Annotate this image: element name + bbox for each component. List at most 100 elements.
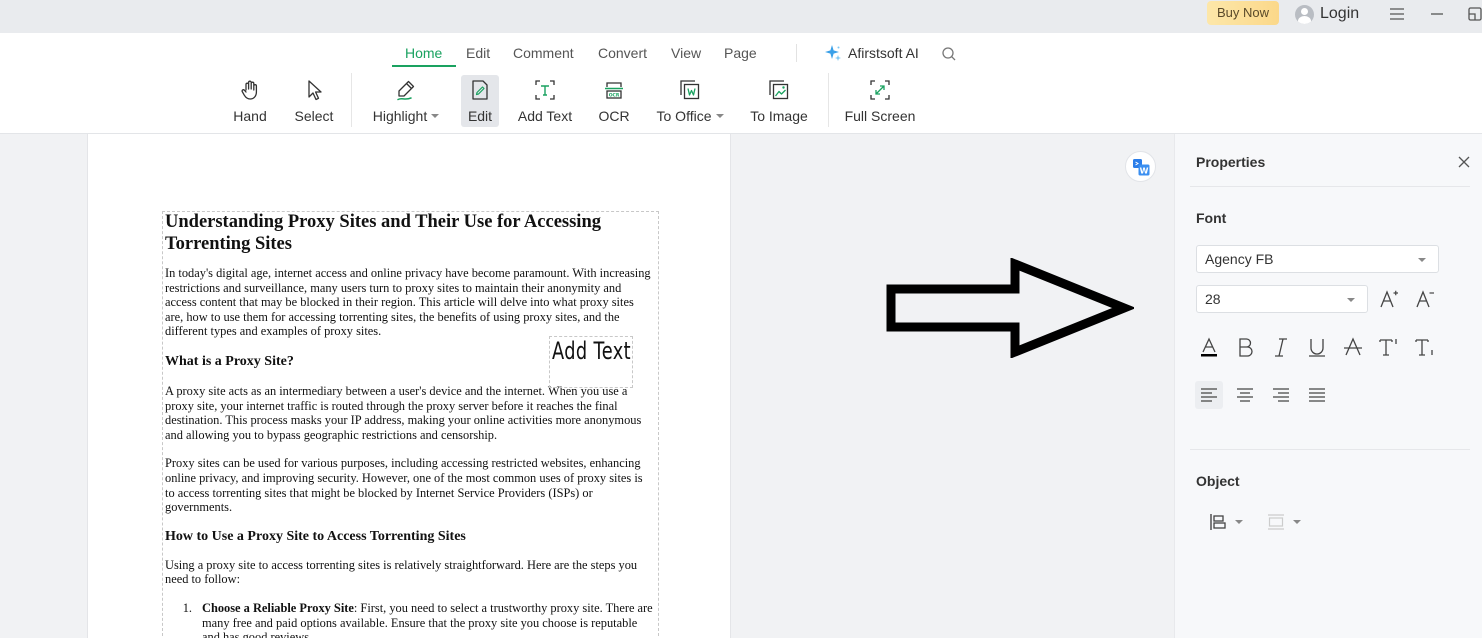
svg-text:W: W (1140, 167, 1149, 176)
font-color-icon (1201, 337, 1217, 357)
properties-panel: Properties Font Agency FB 28 Object (1174, 134, 1482, 638)
panel-divider (1190, 449, 1470, 450)
full-screen-tool-button[interactable]: Full Screen (845, 75, 915, 127)
full-screen-icon (870, 80, 890, 100)
tab-divider (796, 44, 797, 62)
superscript-button[interactable] (1375, 333, 1403, 361)
toolbar-divider (828, 73, 829, 127)
ribbon-toolbar: Home Edit Comment Convert View Page Afir… (0, 33, 1482, 134)
align-center-icon (1237, 388, 1253, 402)
svg-text:OCR: OCR (609, 93, 620, 99)
hand-tool-button[interactable]: Hand (230, 75, 270, 127)
tab-convert[interactable]: Convert (598, 45, 647, 61)
bold-button[interactable] (1231, 333, 1259, 361)
close-icon[interactable] (1457, 155, 1471, 169)
underline-button[interactable] (1303, 333, 1331, 361)
translate-button[interactable]: W (1125, 151, 1156, 182)
bold-icon (1239, 338, 1253, 357)
align-justify-icon (1309, 388, 1325, 402)
menu-icon[interactable] (1387, 4, 1407, 24)
user-avatar-icon (1295, 4, 1314, 24)
to-office-label: To Office (657, 108, 724, 124)
subscript-icon (1415, 339, 1433, 356)
font-size-value: 28 (1205, 291, 1221, 307)
to-office-dropdown-caret[interactable] (715, 114, 724, 118)
ocr-tool-button[interactable]: OCR OCR (597, 75, 631, 127)
distribute-objects-icon (1268, 514, 1284, 530)
search-icon[interactable] (941, 46, 957, 62)
highlight-tool-button[interactable]: Highlight (369, 75, 443, 127)
hand-icon (241, 80, 258, 100)
list-item[interactable]: 1. Choose a Reliable Proxy Site: First, … (165, 601, 654, 638)
italic-button[interactable] (1267, 333, 1295, 361)
tab-comment[interactable]: Comment (513, 45, 574, 61)
subscript-button[interactable] (1411, 333, 1439, 361)
highlight-label: Highlight (372, 108, 440, 124)
intro-paragraph[interactable]: In today's digital age, internet access … (165, 266, 654, 339)
paragraph-how[interactable]: Using a proxy site to access torrenting … (165, 558, 654, 587)
select-tool-button[interactable]: Select (292, 75, 336, 127)
document-title[interactable]: Understanding Proxy Sites and Their Use … (165, 211, 654, 255)
added-text-box[interactable]: Add Text (549, 336, 633, 388)
tab-view[interactable]: View (671, 45, 701, 61)
highlight-text: Highlight (372, 108, 428, 124)
paragraph-what-2[interactable]: Proxy sites can be used for various purp… (165, 456, 654, 514)
font-family-select[interactable]: Agency FB (1196, 245, 1439, 273)
ocr-label: OCR (598, 108, 630, 124)
toolbar-divider (351, 73, 352, 127)
add-text-tool-button[interactable]: Add Text (516, 75, 574, 127)
add-text-label: Add Text (517, 108, 573, 124)
properties-title: Properties (1196, 154, 1266, 170)
editable-text-block[interactable]: Understanding Proxy Sites and Their Use … (162, 211, 659, 638)
list-item-body: Choose a Reliable Proxy Site: First, you… (202, 601, 654, 638)
edit-tool-button[interactable]: Edit (461, 75, 499, 127)
object-section-label: Object (1196, 473, 1240, 489)
font-section-label: Font (1196, 210, 1227, 226)
increase-font-size-button[interactable] (1375, 285, 1403, 313)
align-justify-button[interactable] (1303, 381, 1331, 409)
tab-edit[interactable]: Edit (466, 45, 490, 61)
object-distribute-dropdown[interactable] (1267, 512, 1301, 532)
to-office-tool-button[interactable]: To Office (653, 75, 727, 127)
decrease-font-size-button[interactable] (1411, 285, 1439, 313)
hand-label: Hand (233, 108, 267, 124)
restore-window-icon[interactable] (1465, 4, 1482, 24)
tab-home[interactable]: Home (405, 45, 442, 61)
list-number: 1. (182, 600, 192, 615)
align-right-icon (1273, 388, 1289, 402)
login-button[interactable]: Login (1295, 3, 1359, 25)
list-item-bold: Choose a Reliable Proxy Site (202, 600, 354, 615)
minimize-icon[interactable] (1427, 4, 1447, 24)
align-left-button[interactable] (1195, 381, 1223, 409)
object-align-dropdown[interactable] (1209, 512, 1243, 532)
highlight-dropdown-caret[interactable] (431, 114, 440, 118)
strikethrough-button[interactable] (1339, 333, 1367, 361)
buy-now-button[interactable]: Buy Now (1207, 1, 1279, 25)
align-right-button[interactable] (1267, 381, 1295, 409)
font-size-select[interactable]: 28 (1196, 285, 1368, 313)
font-color-button[interactable] (1195, 333, 1223, 361)
chevron-down-icon (1235, 520, 1243, 524)
translate-word-icon: W (1133, 159, 1150, 176)
to-office-icon (680, 80, 700, 100)
active-tab-indicator (392, 65, 456, 67)
edit-document-icon (472, 80, 488, 100)
to-image-icon (769, 80, 789, 100)
to-image-tool-button[interactable]: To Image (749, 75, 809, 127)
document-page[interactable]: Understanding Proxy Sites and Their Use … (87, 134, 731, 638)
right-arrow-annotation-icon (886, 258, 1134, 358)
align-center-button[interactable] (1231, 381, 1259, 409)
added-text[interactable]: Add Text (552, 337, 631, 365)
login-label: Login (1320, 5, 1360, 22)
strikethrough-icon (1344, 337, 1362, 356)
chevron-down-icon (1347, 298, 1355, 302)
tab-page[interactable]: Page (724, 45, 757, 61)
paragraph-what-1[interactable]: A proxy site acts as an intermediary bet… (165, 384, 654, 442)
heading-how-to-use[interactable]: How to Use a Proxy Site to Access Torren… (165, 528, 654, 546)
panel-divider (1190, 186, 1470, 187)
underline-icon (1309, 339, 1325, 357)
add-text-icon (535, 80, 555, 100)
select-label: Select (294, 108, 334, 124)
afirstsoft-ai-button[interactable]: Afirstsoft AI (824, 44, 919, 62)
to-image-label: To Image (750, 108, 808, 124)
